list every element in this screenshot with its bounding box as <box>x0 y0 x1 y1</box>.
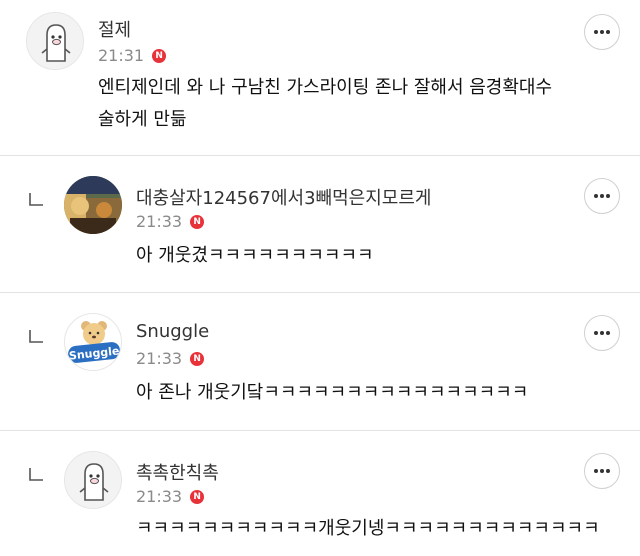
more-horizontal-icon <box>594 469 610 473</box>
comment-time: 21:33 <box>136 212 183 231</box>
reply-item: 촉촉한칙촉 21:33 N ㅋㅋㅋㅋㅋㅋㅋㅋㅋㅋㅋ개웃기넹ㅋㅋㅋㅋㅋㅋㅋㅋㅋㅋㅋ… <box>0 431 640 556</box>
more-options-button[interactable] <box>584 178 620 214</box>
author-avatar[interactable] <box>26 12 84 70</box>
author-name[interactable]: 절제 <box>98 16 131 42</box>
more-horizontal-icon <box>594 331 610 335</box>
photo-avatar-icon <box>64 176 122 234</box>
more-options-button[interactable] <box>584 315 620 351</box>
new-badge-icon: N <box>190 351 205 366</box>
more-horizontal-icon <box>594 30 610 34</box>
comment-time: 21:31 <box>98 46 145 65</box>
comment-body: 아 존나 개웃기닼ㅋㅋㅋㅋㅋㅋㅋㅋㅋㅋㅋㅋㅋㅋㅋㅋ <box>136 382 529 403</box>
more-horizontal-icon <box>594 194 610 198</box>
new-badge-icon: N <box>152 48 167 63</box>
mascot-avatar-icon <box>65 452 121 508</box>
author-avatar[interactable]: Snuggle <box>64 313 122 371</box>
comment-body: ㅋㅋㅋㅋㅋㅋㅋㅋㅋㅋㅋ개웃기넹ㅋㅋㅋㅋㅋㅋㅋㅋㅋㅋㅋㅋㅋ <box>136 518 600 539</box>
comment-meta: 21:33 N <box>136 349 205 368</box>
author-avatar[interactable] <box>64 451 122 509</box>
reply-indent-icon <box>29 193 43 206</box>
comment-line: 술하게 만듦 <box>98 109 187 130</box>
more-options-button[interactable] <box>584 14 620 50</box>
comment-meta: 21:31 N <box>98 46 167 65</box>
author-name[interactable]: Snuggle <box>136 321 209 342</box>
comment-body: 아 개웃겼ㅋㅋㅋㅋㅋㅋㅋㅋㅋㅋ <box>136 245 374 266</box>
new-badge-icon: N <box>190 489 205 504</box>
reply-indent-icon <box>29 468 43 481</box>
more-options-button[interactable] <box>584 453 620 489</box>
comment-time: 21:33 <box>136 349 183 368</box>
author-name[interactable]: 대충살자124567에서3빼먹은지모르게 <box>136 184 431 210</box>
reply-item: Snuggle Snuggle 21:33 N 아 존나 개웃기닼ㅋㅋㅋㅋㅋㅋㅋ… <box>0 293 640 430</box>
comment-body: 엔티제인데 와 나 구남친 가스라이팅 존나 잘해서 음경확대수 술하게 만듦 <box>98 72 552 136</box>
comment-meta: 21:33 N <box>136 212 205 231</box>
comment-line: 엔티제인데 와 나 구남친 가스라이팅 존나 잘해서 음경확대수 <box>98 77 553 98</box>
comment-meta: 21:33 N <box>136 487 205 506</box>
comment-time: 21:33 <box>136 487 183 506</box>
reply-item: 대충살자124567에서3빼먹은지모르게 21:33 N 아 개웃겼ㅋㅋㅋㅋㅋㅋ… <box>0 156 640 292</box>
reply-indent-icon <box>29 330 43 343</box>
author-name[interactable]: 촉촉한칙촉 <box>136 459 219 485</box>
author-avatar[interactable] <box>64 176 122 234</box>
new-badge-icon: N <box>190 214 205 229</box>
mascot-avatar-icon <box>27 13 83 69</box>
snuggle-bear-avatar-icon: Snuggle <box>65 314 121 370</box>
comment-item: 절제 21:31 N 엔티제인데 와 나 구남친 가스라이팅 존나 잘해서 음경… <box>0 0 640 155</box>
